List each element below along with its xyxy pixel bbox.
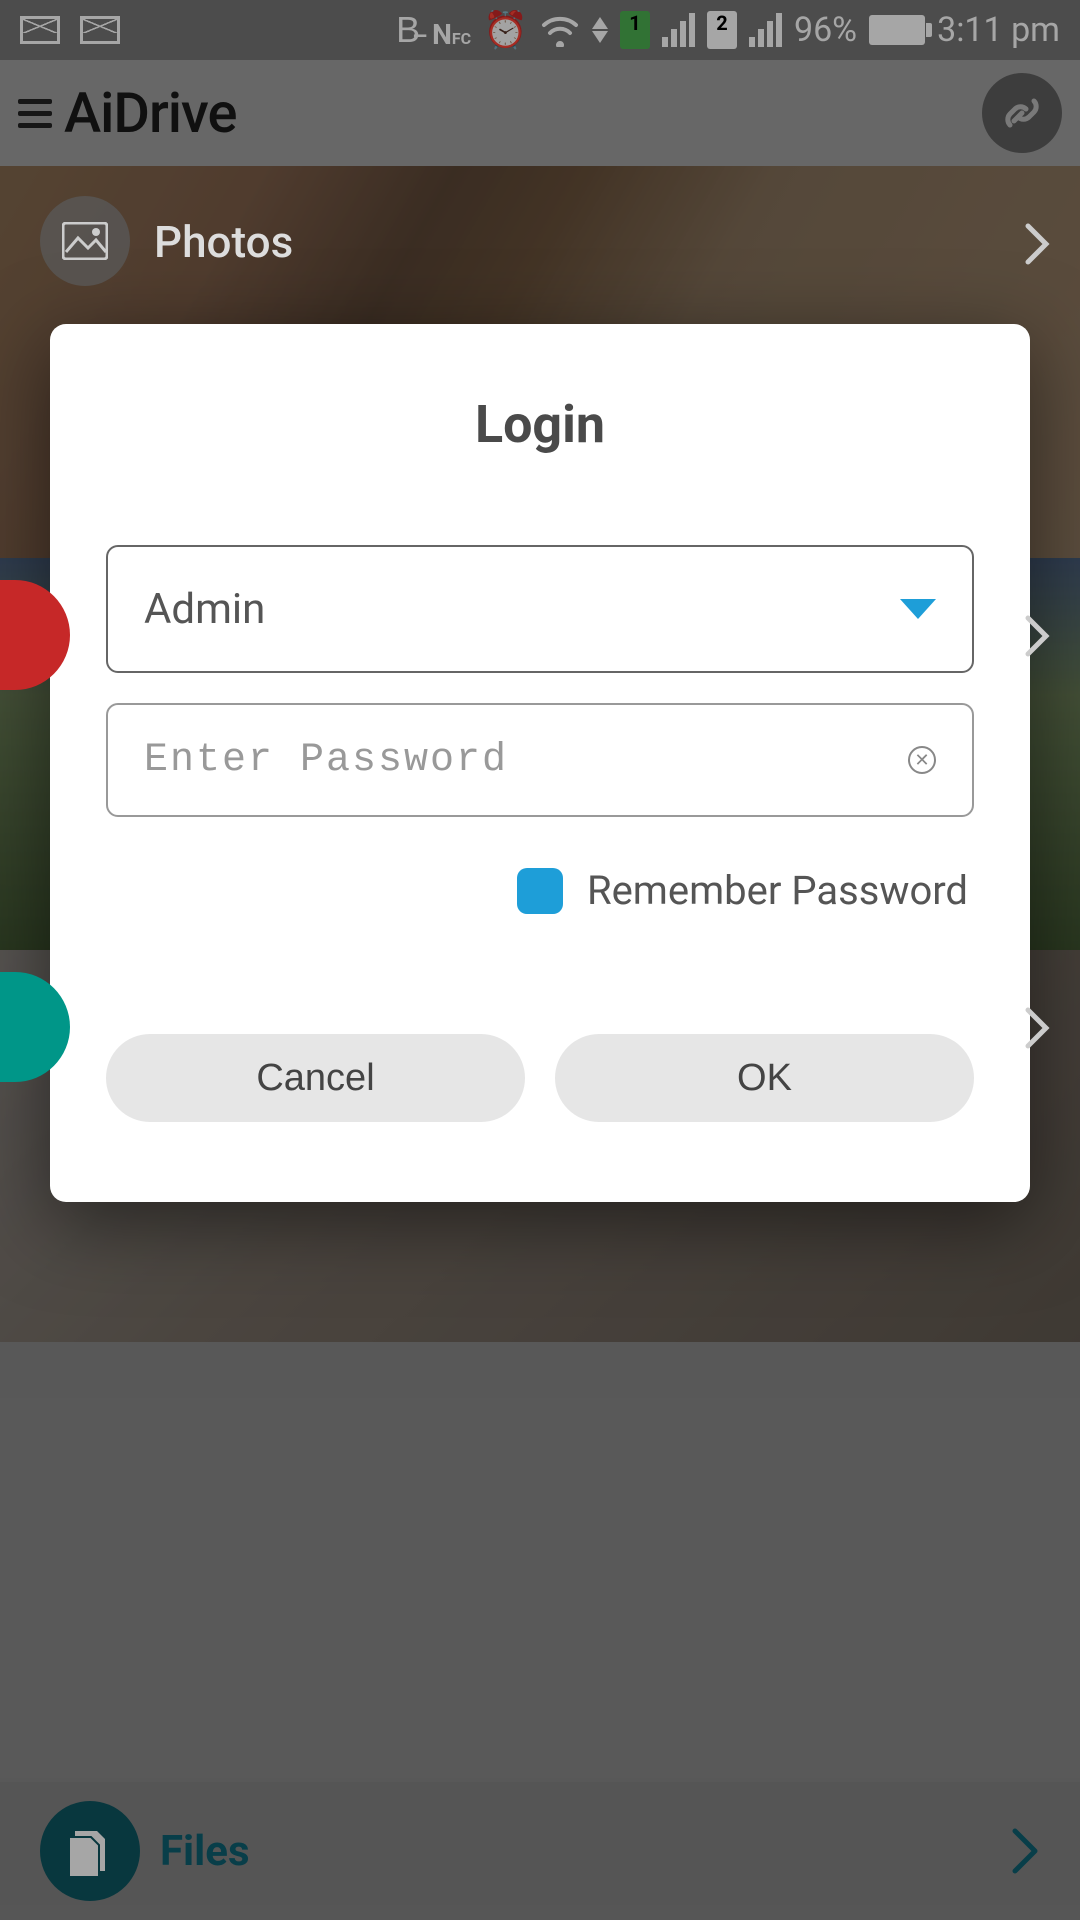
photos-label: Photos (154, 216, 293, 268)
remember-row[interactable]: Remember Password (106, 867, 974, 914)
ok-button[interactable]: OK (555, 1034, 974, 1122)
cancel-button[interactable]: Cancel (106, 1034, 525, 1122)
chevron-right-icon (1024, 222, 1050, 266)
chevron-right-icon (1024, 1006, 1050, 1050)
remember-checkbox[interactable] (517, 868, 563, 914)
password-placeholder: Enter Password (144, 738, 508, 783)
user-value: Admin (144, 585, 265, 634)
remember-label: Remember Password (587, 867, 968, 914)
chevron-right-icon (1024, 614, 1050, 658)
user-dropdown[interactable]: Admin (106, 545, 974, 673)
login-dialog: Login Admin Enter Password ✕ Remember Pa… (50, 324, 1030, 1202)
password-field[interactable]: Enter Password ✕ (106, 703, 974, 817)
photos-icon (40, 196, 130, 286)
clear-icon[interactable]: ✕ (908, 746, 936, 774)
dropdown-caret-icon (900, 599, 936, 619)
dialog-title: Login (106, 394, 974, 455)
